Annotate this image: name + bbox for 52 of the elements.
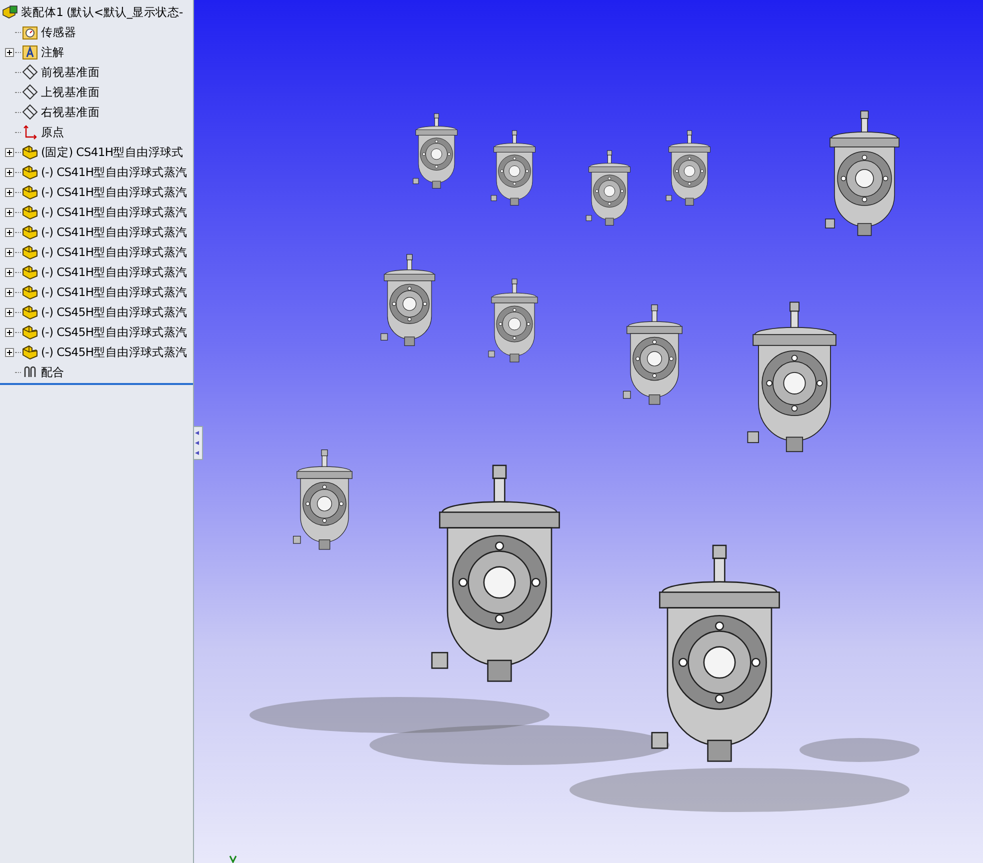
tree-item-label[interactable]: 装配体1 (默认<默认_显示状态- bbox=[21, 4, 183, 20]
tree-item-label[interactable]: (-) CS45H型自由浮球式蒸汽 bbox=[41, 344, 188, 360]
plane-icon bbox=[22, 104, 38, 120]
plane-icon bbox=[22, 84, 38, 100]
tree-item-label[interactable]: (-) CS41H型自由浮球式蒸汽 bbox=[41, 204, 188, 220]
part-icon bbox=[22, 344, 38, 360]
expand-icon[interactable] bbox=[5, 348, 14, 356]
expand-icon[interactable] bbox=[5, 288, 14, 296]
tree-item-label[interactable]: (-) CS41H型自由浮球式蒸汽 bbox=[41, 264, 188, 280]
expand-icon[interactable] bbox=[5, 248, 14, 256]
tree-item-label[interactable]: (-) CS41H型自由浮球式蒸汽 bbox=[41, 184, 188, 200]
tree-item-label[interactable]: (-) CS41H型自由浮球式蒸汽 bbox=[41, 224, 188, 240]
expand-icon[interactable] bbox=[5, 148, 14, 156]
part-icon bbox=[22, 184, 38, 200]
origin-icon bbox=[22, 124, 38, 140]
part-icon bbox=[22, 264, 38, 280]
part-icon bbox=[22, 324, 38, 340]
tree-item-label[interactable]: 上视基准面 bbox=[41, 84, 100, 100]
tree-item-label[interactable]: (-) CS41H型自由浮球式蒸汽 bbox=[41, 164, 188, 180]
tree-item-label[interactable]: 传感器 bbox=[41, 24, 76, 40]
expand-icon[interactable] bbox=[5, 268, 14, 276]
part-icon bbox=[22, 224, 38, 240]
plane-icon bbox=[22, 64, 38, 80]
axis-triad-icon bbox=[229, 855, 237, 863]
part-icon bbox=[22, 304, 38, 320]
expand-icon[interactable] bbox=[5, 328, 14, 336]
tree-item-label[interactable]: (固定) CS41H型自由浮球式 bbox=[41, 144, 184, 160]
assembly-icon bbox=[2, 4, 18, 20]
tree-item-label[interactable]: (-) CS45H型自由浮球式蒸汽 bbox=[41, 324, 188, 340]
panel-collapse-handle[interactable] bbox=[194, 426, 203, 460]
expand-icon[interactable] bbox=[5, 308, 14, 316]
paperclip-icon bbox=[22, 364, 38, 380]
part-icon bbox=[22, 284, 38, 300]
annotation-folder-icon bbox=[22, 44, 38, 60]
part-icon bbox=[22, 144, 38, 160]
expand-icon[interactable] bbox=[5, 168, 14, 176]
tree-item-label[interactable]: 原点 bbox=[41, 124, 64, 140]
sensor-folder-icon bbox=[22, 24, 38, 40]
expand-icon[interactable] bbox=[5, 208, 14, 216]
expand-icon[interactable] bbox=[5, 188, 14, 196]
tree-item-label[interactable]: (-) CS41H型自由浮球式蒸汽 bbox=[41, 284, 188, 300]
tree-item-label[interactable]: 前视基准面 bbox=[41, 64, 100, 80]
tree-item-label[interactable]: (-) CS45H型自由浮球式蒸汽 bbox=[41, 304, 188, 320]
tree-item-label[interactable]: 右视基准面 bbox=[41, 104, 100, 120]
tree-item-label[interactable]: 配合 bbox=[41, 364, 64, 380]
expand-icon[interactable] bbox=[5, 228, 14, 236]
tree-item-label[interactable]: 注解 bbox=[41, 44, 64, 60]
part-icon bbox=[22, 164, 38, 180]
part-icon bbox=[22, 204, 38, 220]
tree-item-label[interactable]: (-) CS41H型自由浮球式蒸汽 bbox=[41, 244, 188, 260]
expand-icon[interactable] bbox=[5, 48, 14, 56]
part-icon bbox=[22, 244, 38, 260]
